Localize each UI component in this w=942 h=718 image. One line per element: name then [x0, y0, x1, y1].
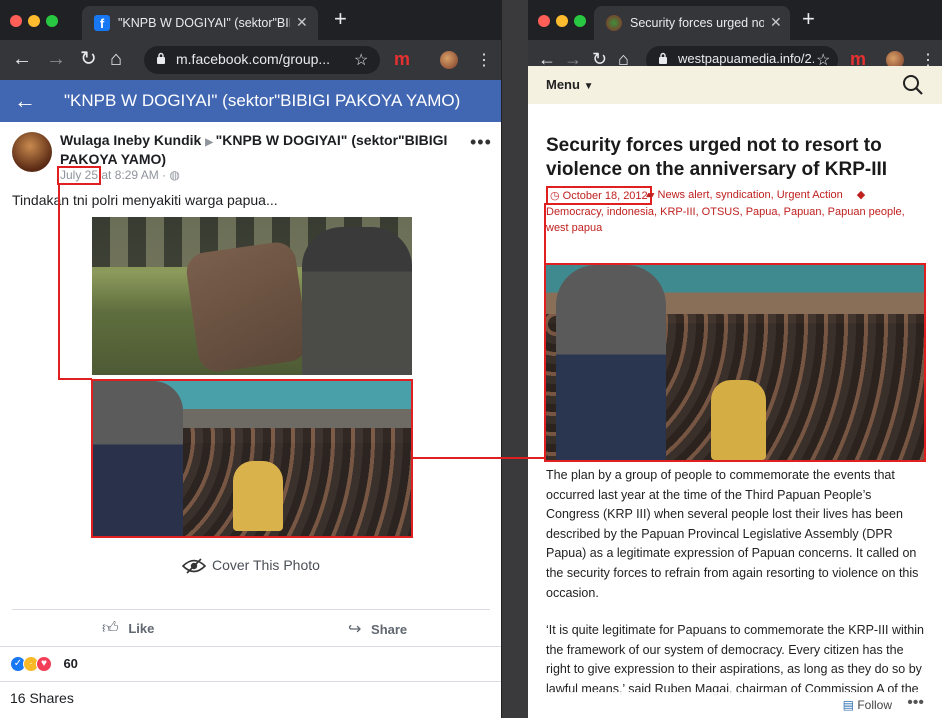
annotation-line	[58, 378, 92, 380]
article-categories[interactable]: ▰ News alert, syndication, Urgent Action…	[646, 188, 865, 201]
thumbs-up-icon: 👍︎	[102, 620, 119, 637]
follow-bar: ▤ Follow •••	[528, 692, 942, 718]
share-arrow-icon: ↪	[348, 621, 362, 638]
follow-button[interactable]: ▤ Follow	[843, 698, 892, 712]
shares-count[interactable]: 16 Shares	[10, 690, 74, 706]
menu-button[interactable]: Menu ▼	[546, 77, 593, 92]
share-button[interactable]: ↪ Share	[348, 619, 407, 639]
browser-menu-icon[interactable]: ⋮	[476, 50, 492, 70]
author-name[interactable]: Wulaga Ineby Kundik	[60, 132, 201, 148]
annotation-box-date-left	[57, 166, 101, 185]
extension-m-icon[interactable]: m	[394, 49, 410, 70]
tab-bar: f "KNPB W DOGIYAI" (sektor"BIBI ✕ +	[0, 0, 501, 40]
globe-icon: ◍	[169, 168, 180, 182]
tab-title: Security forces urged not to re	[630, 16, 764, 30]
photo-officer	[302, 227, 412, 375]
group-title: "KNPB W DOGIYAI" (sektor"BIBIGI PAKOYA Y…	[64, 91, 461, 110]
westpapuamedia-browser-window: Security forces urged not to re ✕ + ← → …	[528, 0, 942, 718]
reactions[interactable]: ✓ · ♥ 60	[10, 655, 78, 673]
photo-seated-man	[711, 380, 766, 460]
tab-title: "KNPB W DOGIYAI" (sektor"BIBI	[118, 16, 290, 30]
article-photo[interactable]	[544, 263, 926, 462]
eye-slash-icon	[181, 557, 207, 575]
divider	[12, 609, 490, 610]
post-photo-1[interactable]	[92, 217, 412, 375]
divider	[0, 646, 501, 647]
cover-photo-label: Cover This Photo	[212, 557, 320, 573]
site-favicon-icon	[606, 15, 622, 31]
home-icon[interactable]: ⌂	[110, 49, 122, 69]
caret-down-icon: ▼	[583, 81, 594, 92]
photo-officer	[93, 381, 183, 536]
share-label: Share	[371, 622, 408, 637]
close-window-button[interactable]	[10, 15, 22, 27]
reaction-count: 60	[63, 656, 78, 672]
minimize-window-button[interactable]	[28, 15, 40, 27]
facebook-browser-window: f "KNPB W DOGIYAI" (sektor"BIBI ✕ + ← → …	[0, 0, 502, 718]
follow-label: Follow	[857, 698, 892, 712]
window-controls	[538, 14, 592, 32]
post-header: Wulaga Ineby Kundik ▶ "KNPB W DOGIYAI" (…	[60, 132, 460, 168]
tag-icon: ◆	[856, 189, 866, 201]
tab-article[interactable]: Security forces urged not to re ✕	[594, 6, 790, 40]
close-window-button[interactable]	[538, 15, 550, 27]
close-tab-icon[interactable]: ✕	[296, 14, 308, 31]
article-title: Security forces urged not to resort to v…	[546, 135, 888, 180]
author-avatar[interactable]	[12, 132, 52, 172]
back-arrow-icon[interactable]: ←	[14, 88, 36, 114]
maximize-window-button[interactable]	[46, 15, 58, 27]
post-text: Tindakan tni polri menyakiti warga papua…	[12, 192, 278, 208]
tab-facebook-group[interactable]: f "KNPB W DOGIYAI" (sektor"BIBI ✕	[82, 6, 318, 40]
more-options-icon[interactable]: •••	[907, 694, 924, 712]
post-time: at 8:29 AM ·	[101, 168, 170, 182]
group-header: ← "KNPB W DOGIYAI" (sektor"BIBIGI PAKOYA…	[0, 80, 501, 122]
url-text: westpapuamedia.info/2...	[678, 51, 814, 66]
bookmark-star-icon[interactable]: ☆	[354, 50, 368, 70]
search-icon[interactable]	[902, 74, 924, 96]
window-controls	[10, 14, 64, 32]
categories-text: News alert, syndication, Urgent Action	[657, 189, 843, 201]
folder-icon: ▰	[646, 189, 658, 201]
tab-bar: Security forces urged not to re ✕ +	[528, 0, 942, 40]
menu-label: Menu	[546, 77, 580, 92]
annotation-line	[58, 185, 60, 380]
annotation-line	[413, 457, 545, 459]
back-icon[interactable]: ←	[12, 49, 32, 69]
lock-icon	[156, 52, 166, 68]
annotation-line	[544, 203, 546, 263]
love-reaction-icon: ♥	[36, 655, 52, 672]
article: Security forces urged not to resort to v…	[534, 104, 936, 718]
photo-officer	[556, 265, 666, 460]
post-options-icon[interactable]: •••	[470, 132, 492, 153]
follow-icon: ▤	[842, 698, 854, 712]
clock-icon: ◷	[550, 190, 563, 202]
paragraph: ‘It is quite legitimate for Papuans to c…	[546, 623, 924, 696]
post-photo-2[interactable]	[91, 379, 413, 538]
close-tab-icon[interactable]: ✕	[770, 14, 782, 31]
like-label: Like	[128, 621, 155, 636]
arrow-right-icon: ▶	[205, 137, 216, 148]
maximize-window-button[interactable]	[574, 15, 586, 27]
divider	[0, 681, 501, 682]
photo-ditch	[184, 239, 310, 375]
article-date[interactable]: ◷ October 18, 2012	[546, 186, 652, 205]
address-bar[interactable]: m.facebook.com/group... ☆	[144, 46, 380, 74]
profile-avatar[interactable]	[440, 51, 458, 69]
like-button[interactable]: 👍︎ Like	[102, 619, 154, 638]
cover-photo-button[interactable]: Cover This Photo	[181, 557, 320, 575]
article-tags[interactable]: Democracy, indonesia, KRP-III, OTSUS, Pa…	[546, 204, 926, 236]
article-date-text: October 18, 2012	[562, 190, 648, 202]
new-tab-button[interactable]: +	[334, 8, 347, 30]
article-body: The plan by a group of people to commemo…	[546, 466, 926, 718]
new-tab-button[interactable]: +	[802, 8, 815, 30]
site-navbar: Menu ▼	[528, 66, 942, 104]
paragraph: The plan by a group of people to commemo…	[546, 468, 919, 600]
browser-toolbar: ← → ↻ ⌂ m.facebook.com/group... ☆ m ⋮	[0, 40, 501, 80]
reload-icon[interactable]: ↻	[80, 49, 97, 69]
photo-seated-man	[233, 461, 283, 531]
facebook-icon: f	[94, 15, 110, 31]
minimize-window-button[interactable]	[556, 15, 568, 27]
url-text: m.facebook.com/group...	[176, 51, 331, 67]
forward-icon[interactable]: →	[46, 49, 66, 69]
